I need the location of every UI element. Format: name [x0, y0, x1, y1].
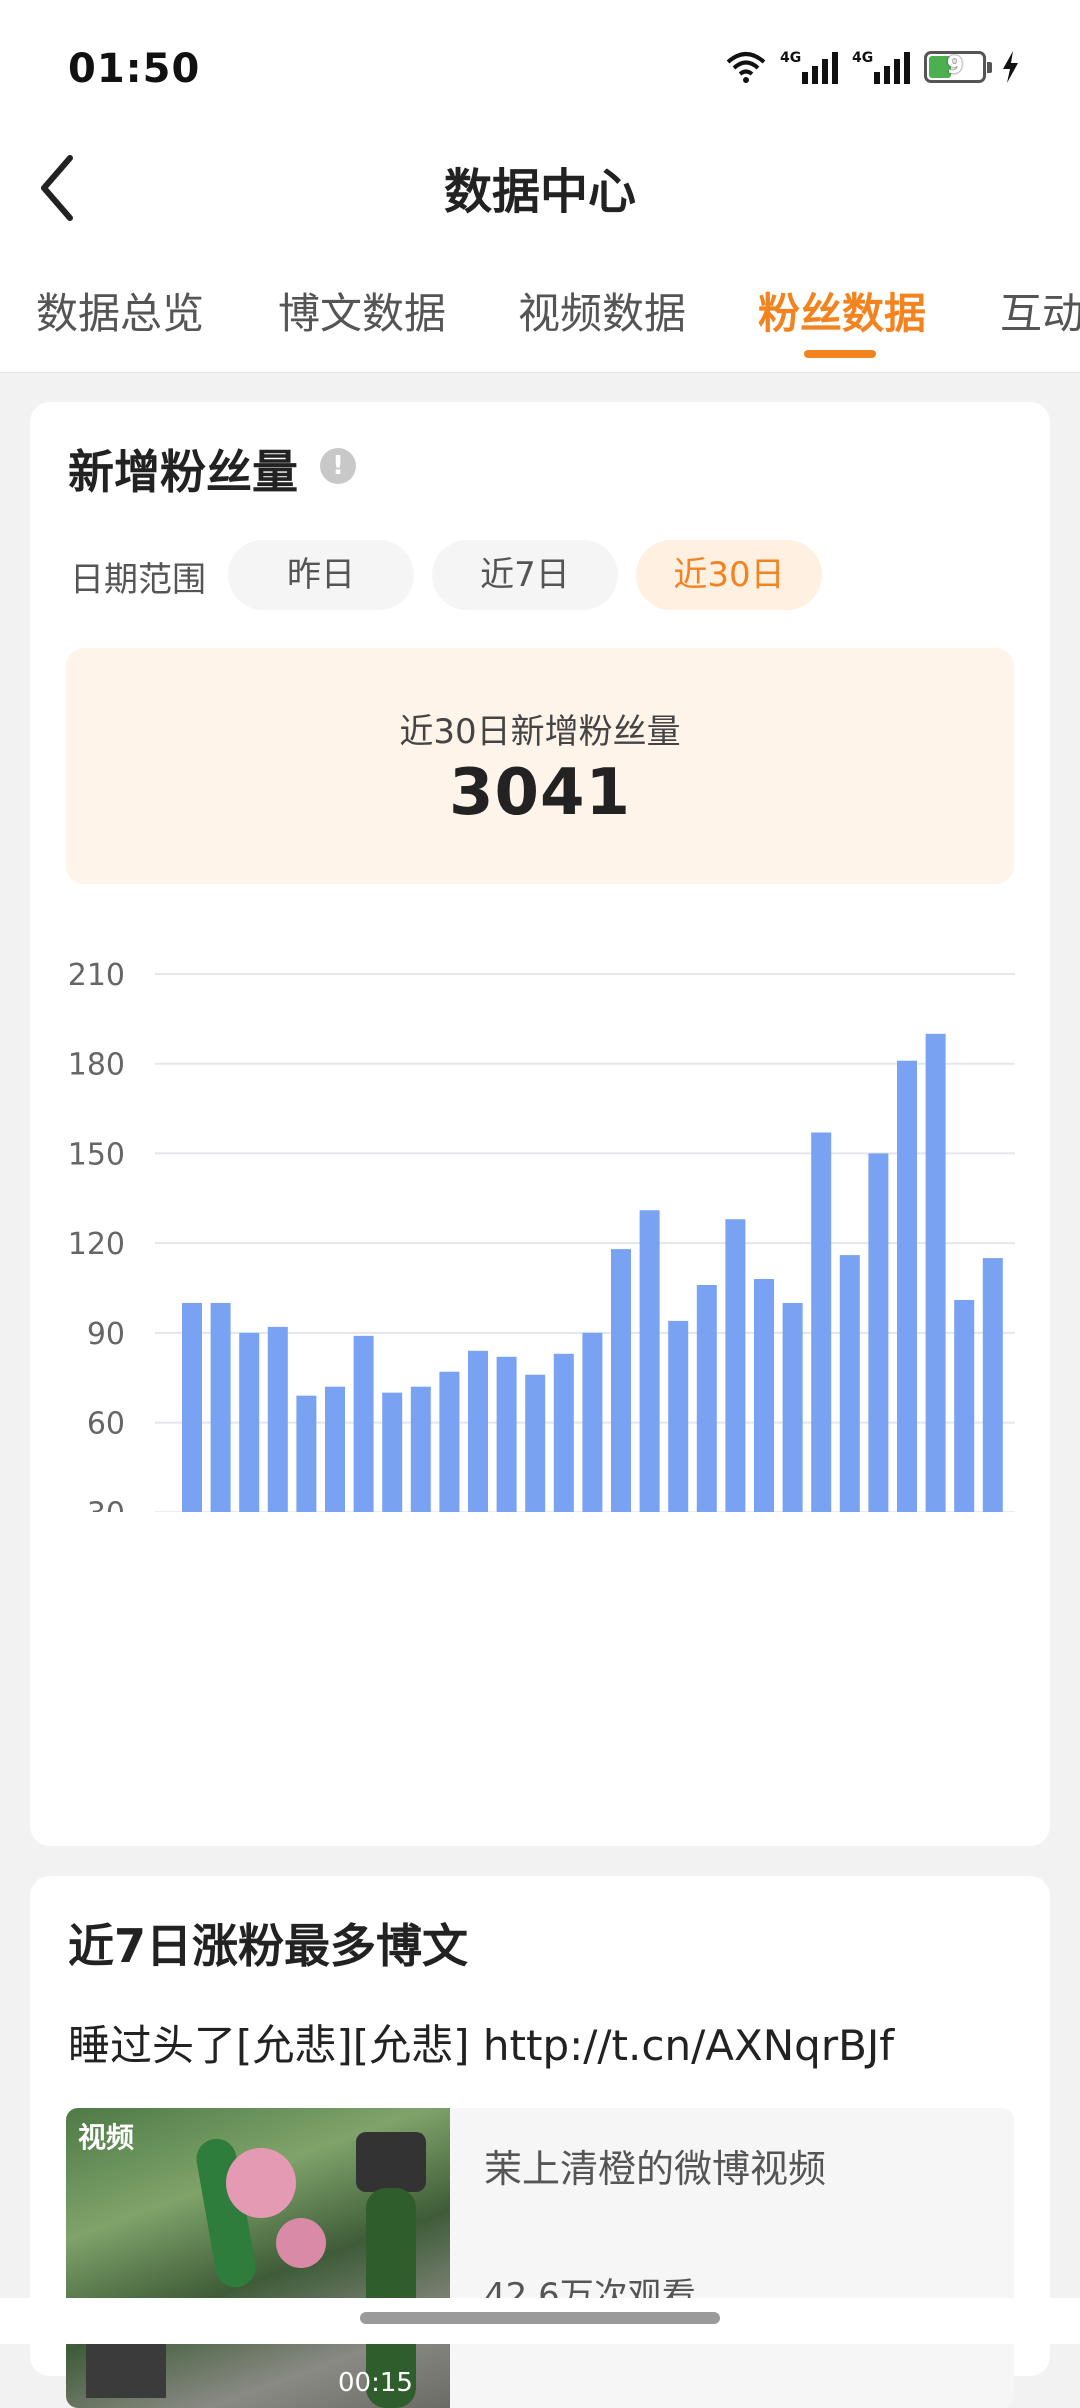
bar [696, 1285, 717, 1512]
bar [811, 1132, 832, 1512]
video-duration: 00:15 [338, 2368, 413, 2398]
bar [897, 1060, 917, 1512]
bar [553, 1353, 574, 1512]
y-tick-label: 120 [68, 1227, 125, 1262]
bar [296, 1395, 317, 1512]
bar [325, 1386, 345, 1512]
range-7days-button[interactable]: 近7日 [432, 540, 618, 610]
y-tick-label: 210 [68, 958, 125, 993]
tab-posts[interactable]: 博文数据 [278, 280, 446, 341]
signal-icon: 4G [780, 50, 838, 84]
active-tab-indicator [804, 350, 876, 358]
bar [439, 1371, 460, 1512]
y-tick-label: 60 [87, 1407, 125, 1442]
bar [754, 1279, 774, 1512]
status-icons: 4G 4G 9 [726, 50, 1020, 84]
new-fans-card: 新增粉丝量 ! 日期范围 昨日 近7日 近30日 近30日新增粉丝量 3041 … [30, 402, 1050, 1846]
new-fans-bar-chart: 210180150120906030007/1707/2207/2708/010… [68, 958, 1015, 1512]
tab-videos[interactable]: 视频数据 [518, 280, 686, 341]
bar [210, 1302, 231, 1512]
y-tick-label: 180 [68, 1048, 125, 1083]
y-tick-label: 30 [87, 1496, 125, 1512]
video-item[interactable]: 视频 00:15 茉上清橙的微博视频 42.6万次观看 [66, 2108, 1014, 2408]
section-title: 近7日涨粉最多博文 [68, 1919, 469, 1973]
post-text[interactable]: 睡过头了[允悲][允悲] http://t.cn/AXNqrBJf [68, 2012, 894, 2073]
summary-value: 3041 [448, 756, 632, 830]
status-time: 01:50 [68, 46, 201, 92]
bar [839, 1255, 860, 1512]
bar [382, 1392, 403, 1512]
bar [582, 1332, 603, 1512]
bar [496, 1356, 517, 1512]
range-30days-button[interactable]: 近30日 [636, 540, 822, 610]
home-indicator[interactable] [360, 2312, 720, 2324]
summary-label: 近30日新增粉丝量 [399, 712, 681, 752]
wifi-icon [726, 52, 766, 83]
bar [668, 1320, 689, 1512]
video-title: 茉上清橙的微博视频 [484, 2147, 827, 2191]
signal-icon: 4G [852, 50, 910, 84]
bar [353, 1335, 374, 1512]
video-thumbnail[interactable]: 视频 00:15 [66, 2108, 450, 2408]
bar [239, 1332, 260, 1512]
network-type-label: 4G [780, 50, 802, 66]
bar [925, 1033, 946, 1512]
info-icon[interactable]: ! [320, 448, 356, 484]
y-tick-label: 150 [68, 1137, 125, 1172]
bar [267, 1326, 288, 1512]
range-yesterday-button[interactable]: 昨日 [228, 540, 414, 610]
tab-interaction[interactable]: 互动数据 [1000, 280, 1080, 341]
tab-bar: 数据总览 博文数据 视频数据 粉丝数据 互动数据 [36, 280, 1080, 370]
bar [982, 1258, 1003, 1512]
video-badge: 视频 [78, 2121, 135, 2154]
section-title: 新增粉丝量 [68, 445, 298, 499]
bar [182, 1302, 202, 1512]
battery-level: 9 [946, 51, 964, 79]
bar [611, 1249, 631, 1512]
bar [868, 1153, 889, 1512]
bar [725, 1219, 746, 1512]
bar [410, 1386, 431, 1512]
bar [525, 1374, 546, 1512]
summary-box: 近30日新增粉丝量 3041 [66, 648, 1014, 884]
bar [782, 1302, 803, 1512]
page-title: 数据中心 [443, 164, 636, 220]
tab-overview[interactable]: 数据总览 [36, 280, 204, 341]
battery-icon: 9 [924, 51, 992, 83]
bar [468, 1350, 488, 1512]
y-tick-label: 90 [87, 1317, 125, 1352]
tab-divider [0, 372, 1080, 373]
bar [954, 1299, 975, 1512]
bar [639, 1210, 660, 1512]
date-range-label: 日期范围 [70, 560, 206, 600]
network-type-label: 4G [852, 50, 874, 66]
tab-fans[interactable]: 粉丝数据 [758, 280, 926, 341]
charging-icon [1003, 51, 1018, 83]
